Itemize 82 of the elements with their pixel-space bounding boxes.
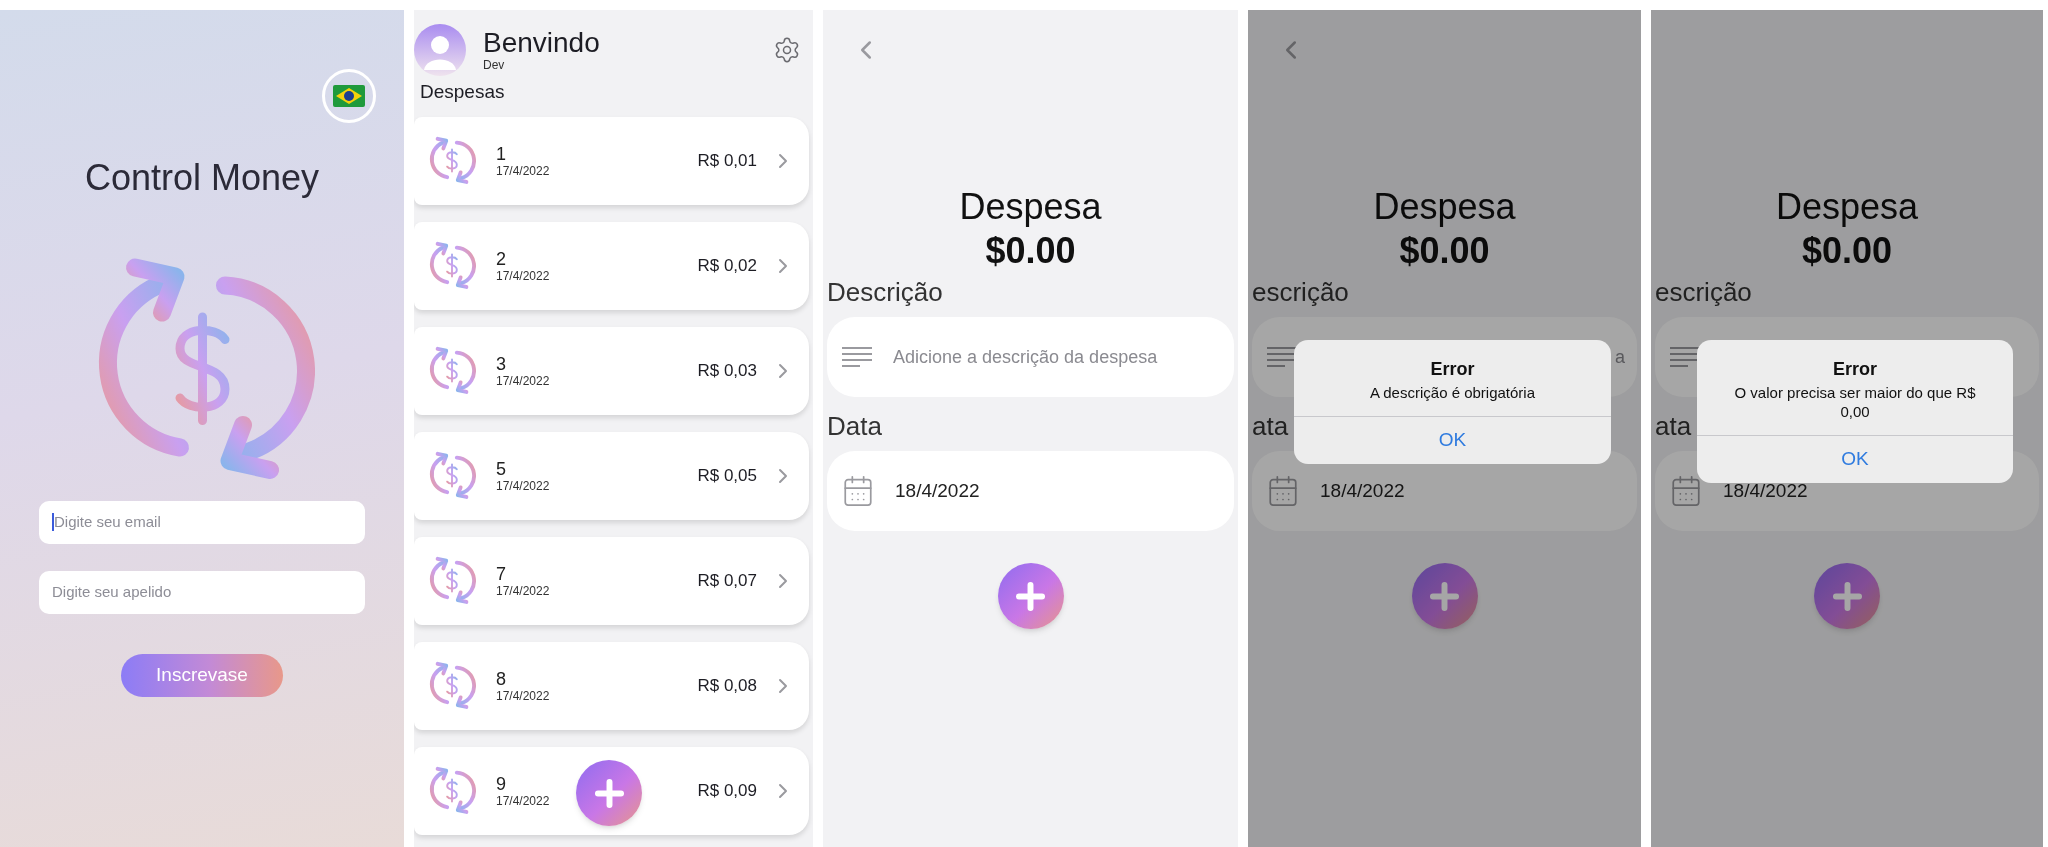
placeholder-text: Digite seu email xyxy=(54,511,161,532)
expense-amount: R$ 0,09 xyxy=(697,779,757,802)
flag-icon xyxy=(333,85,365,107)
field-label: escrição xyxy=(1252,276,1349,309)
expense-card[interactable]: 8 17/4/2022 R$ 0,08 xyxy=(414,641,809,730)
plus-icon xyxy=(1014,579,1047,613)
user-name: Dev xyxy=(483,58,506,72)
expense-card[interactable]: 5 17/4/2022 R$ 0,05 xyxy=(414,431,809,520)
greeting: Benvindo xyxy=(483,28,600,58)
expense-date: 17/4/2022 xyxy=(496,583,550,598)
expense-card[interactable]: 9 17/4/2022 R$ 0,09 xyxy=(414,746,809,835)
expense-icon xyxy=(428,764,476,817)
screen-title: Despesa xyxy=(959,185,1102,229)
expense-icon xyxy=(428,659,476,712)
add-button[interactable] xyxy=(1411,563,1478,629)
field-label: Descrição xyxy=(827,276,943,309)
expense-date: 17/4/2022 xyxy=(496,163,550,178)
add-button[interactable] xyxy=(997,563,1064,629)
expense-date: 17/4/2022 xyxy=(496,373,550,388)
expense-card[interactable]: 2 17/4/2022 R$ 0,02 xyxy=(414,221,809,310)
expense-icon xyxy=(428,554,476,607)
expense-name: 5 xyxy=(496,458,507,479)
description-field[interactable]: Adicione a descrição da despesa xyxy=(827,317,1234,397)
app-title: Control Money xyxy=(84,156,320,200)
expense-amount: R$ 0,02 xyxy=(697,254,757,277)
expense-amount: R$ 0,08 xyxy=(697,674,757,697)
placeholder-text: a xyxy=(1615,345,1625,369)
expense-card[interactable]: 7 17/4/2022 R$ 0,07 xyxy=(414,536,809,625)
alert-message: O valor precisa ser maior do que R$ 0,00 xyxy=(1733,383,1977,421)
expense-amount: R$ 0,01 xyxy=(697,149,757,172)
expense-icon xyxy=(428,449,476,502)
field-label: ata xyxy=(1252,410,1289,443)
amount: $0.00 xyxy=(1801,229,1893,273)
expense-card[interactable]: 1 17/4/2022 R$ 0,01 xyxy=(414,116,809,205)
amount: $0.00 xyxy=(1399,229,1490,273)
add-button[interactable] xyxy=(1814,563,1880,629)
expense-icon xyxy=(428,239,476,292)
alert-message: A descrição é obrigatória xyxy=(1369,383,1536,402)
field-label: ata xyxy=(1655,410,1692,443)
expense-amount: R$ 0,03 xyxy=(697,359,757,382)
expense-name: 3 xyxy=(496,353,507,374)
expense-amount: R$ 0,07 xyxy=(697,569,757,592)
avatar-icon xyxy=(414,24,466,76)
plus-icon xyxy=(592,776,626,810)
lines-icon xyxy=(841,346,873,368)
expense-icon xyxy=(428,344,476,397)
expense-date: 17/4/2022 xyxy=(496,478,550,493)
calendar-icon xyxy=(841,474,875,508)
screen-title: Despesa xyxy=(1373,185,1516,229)
expense-icon xyxy=(428,134,476,187)
section-title: Despesas xyxy=(419,80,506,104)
expense-amount: R$ 0,05 xyxy=(697,464,757,487)
ok-button[interactable]: OK xyxy=(1697,435,2013,483)
placeholder-text: Digite seu apelido xyxy=(52,581,172,602)
ok-button[interactable]: OK xyxy=(1294,416,1611,464)
expense-date: 17/4/2022 xyxy=(496,688,550,703)
expense-date: 17/4/2022 xyxy=(496,793,550,808)
amount: $0.00 xyxy=(985,229,1076,273)
language-button[interactable] xyxy=(322,69,376,123)
alert-title: Error xyxy=(1833,358,1877,381)
expense-name: 1 xyxy=(496,143,507,164)
field-label: escrição xyxy=(1655,276,1752,309)
alert-title: Error xyxy=(1430,358,1475,381)
settings-icon[interactable] xyxy=(773,36,801,64)
screen-title: Despesa xyxy=(1775,185,1919,229)
expense-name: 7 xyxy=(496,563,507,584)
expense-card[interactable]: 3 17/4/2022 R$ 0,03 xyxy=(414,326,809,415)
plus-icon xyxy=(1428,579,1461,613)
date-field[interactable]: 18/4/2022 xyxy=(827,451,1234,531)
expense-date: 17/4/2022 xyxy=(496,268,550,283)
calendar-icon xyxy=(1266,474,1300,508)
expense-name: 9 xyxy=(496,773,507,794)
date-value: 18/4/2022 xyxy=(895,478,980,503)
plus-icon xyxy=(1830,579,1864,613)
date-value: 18/4/2022 xyxy=(1320,478,1405,503)
calendar-icon xyxy=(1669,474,1703,508)
lines-icon xyxy=(1266,346,1298,368)
placeholder-text: Adicione a descrição da despesa xyxy=(893,345,1158,369)
field-label: Data xyxy=(827,410,882,443)
expense-name: 2 xyxy=(496,248,507,269)
lines-icon xyxy=(1669,346,1701,368)
expense-name: 8 xyxy=(496,668,507,689)
